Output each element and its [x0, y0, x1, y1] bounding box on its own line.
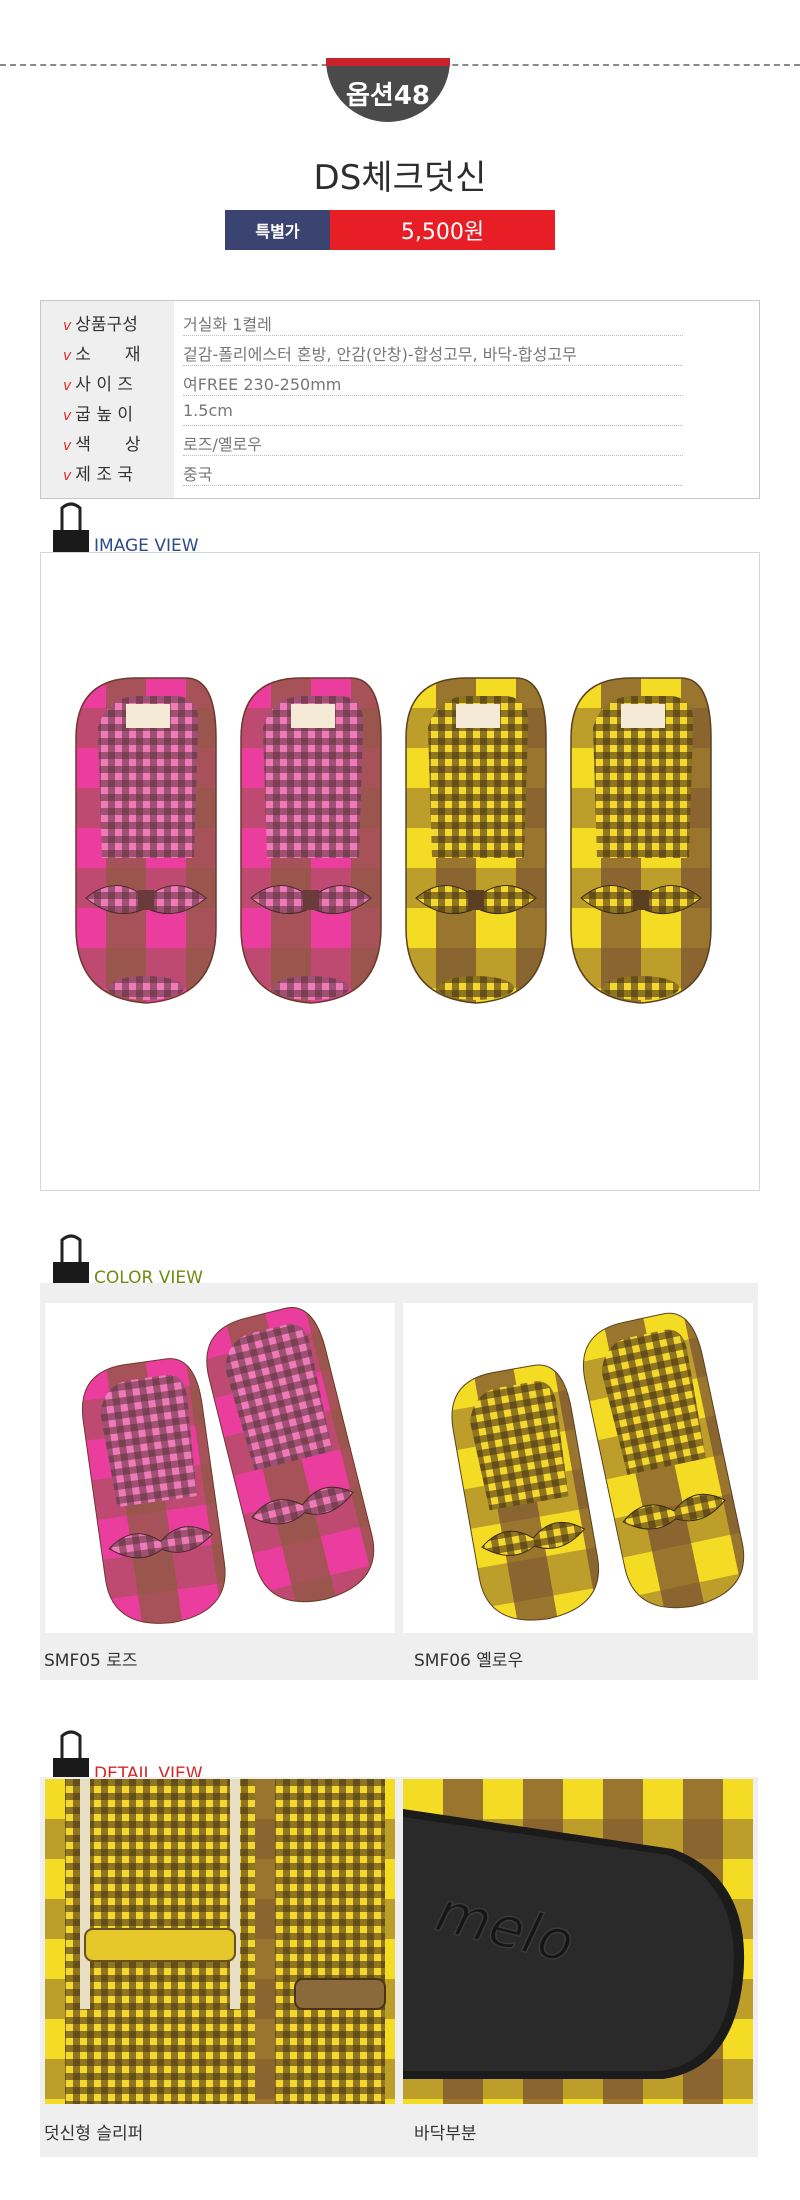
color-view-panel: SMF05 로즈 SMF06 옐로우 [40, 1283, 758, 1680]
spec-value: 로즈/옐로우 [183, 435, 262, 454]
spec-key: v사 이 즈 [63, 370, 173, 395]
check-mark-icon: v [63, 468, 72, 484]
price-value: 5,500원 [330, 210, 555, 250]
spec-key: v 상품구성 [63, 310, 173, 335]
spec-key: v제 조 국 [63, 460, 173, 485]
check-mark-icon: v [63, 318, 72, 334]
spec-row: v굽 높 이 1.5cm [41, 396, 683, 426]
spec-value: 여FREE 230-250mm [183, 375, 342, 394]
yellow-slipper-1 [405, 677, 547, 1004]
spec-row: v색 상 로즈/옐로우 [41, 426, 683, 456]
spec-key-label: 소 재 [75, 345, 141, 365]
spec-value: 중국 [183, 465, 213, 484]
check-mark-icon: v [63, 378, 72, 394]
check-mark-icon: v [63, 438, 72, 454]
spec-row: v 상품구성 거실화 1켤레 [41, 306, 683, 336]
yellow-slipper-2 [570, 677, 712, 1004]
price-box: 특별가 5,500원 [225, 210, 555, 250]
rose-slipper-2 [240, 677, 382, 1004]
spec-key-label: 굽 높 이 [75, 405, 134, 425]
check-mark-icon: v [63, 348, 72, 364]
detail-caption-top: 덧신형 슬리퍼 [44, 2124, 144, 2144]
spec-key-label: 제 조 국 [75, 465, 134, 485]
spec-key: v소 재 [63, 340, 173, 365]
detail-caption-sole: 바닥부분 [414, 2124, 477, 2144]
spec-value: 1.5cm [183, 401, 233, 420]
product-title: DS체크덧신 [313, 158, 487, 198]
spec-key-label: 색 상 [75, 435, 141, 455]
slipper-closeup-photo [45, 1779, 395, 2104]
sole-closeup-photo: melo [403, 1779, 753, 2104]
option-badge: 옵션48 [326, 58, 450, 122]
detail-view-panel: melo 덧신형 슬리퍼 바닥부분 [40, 1777, 758, 2157]
binder-clip-icon [53, 502, 89, 556]
spec-row: v제 조 국 중국 [41, 456, 683, 486]
rose-slipper-1 [75, 677, 217, 1004]
spec-key: v굽 높 이 [63, 400, 173, 425]
image-view-frame [40, 552, 760, 1191]
spec-table: v 상품구성 거실화 1켤레 v소 재 겉감-폴리에스터 혼방, 안감(안창)-합… [40, 300, 760, 499]
color-photo-rose [45, 1303, 395, 1633]
detail-photo-top [45, 1779, 395, 2104]
spec-value: 겉감-폴리에스터 혼방, 안감(안창)-합성고무, 바닥-합성고무 [183, 345, 577, 364]
spec-value: 거실화 1켤레 [183, 315, 272, 334]
check-mark-icon: v [63, 408, 72, 424]
row-separator [183, 485, 683, 486]
spec-row: v소 재 겉감-폴리에스터 혼방, 안감(안창)-합성고무, 바닥-합성고무 [41, 336, 683, 366]
price-label: 특별가 [225, 210, 330, 250]
spec-key-label: 사 이 즈 [75, 375, 134, 395]
rose-pair-photo [81, 1307, 375, 1624]
detail-photo-sole: melo [403, 1779, 753, 2104]
spec-key: v색 상 [63, 430, 173, 455]
color-caption-rose: SMF05 로즈 [44, 1651, 138, 1671]
color-caption-yellow: SMF06 옐로우 [414, 1651, 524, 1671]
spec-key-label: 상품구성 [75, 315, 138, 335]
spec-row: v사 이 즈 여FREE 230-250mm [41, 366, 683, 396]
color-photo-yellow [403, 1303, 753, 1633]
option-badge-text: 옵션48 [345, 80, 431, 111]
yellow-pair-photo [451, 1312, 745, 1621]
slippers-lineup-photo [75, 677, 712, 1004]
